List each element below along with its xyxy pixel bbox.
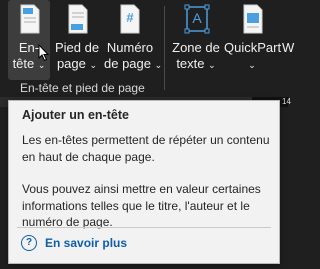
partial-next-button-label[interactable]: W [282,40,294,55]
ribbon: En- tête ⌄ Pied de page ⌄ # Numéro de pa… [0,0,294,97]
tooltip-paragraph: Les en-têtes permettent de répéter un co… [22,133,270,164]
tooltip: Ajouter un en-tête Les en-têtes permette… [8,100,280,264]
chevron-down-icon: ⌄ [208,60,216,70]
chevron-down-icon: ⌄ [154,60,163,70]
footer-label-2: page [56,56,86,71]
help-icon: ? [21,235,37,251]
page-number-icon: # [118,4,142,38]
quickpart-button[interactable]: QuickPart ⌄ [224,0,282,80]
quickpart-label: QuickPart [224,40,282,55]
letter-a-glyph: A [192,10,202,26]
footer-button[interactable]: Pied de page ⌄ [54,0,100,80]
tooltip-paragraph: Vous pouvez ainsi mettre en valeur certa… [22,182,261,229]
tooltip-title: Ajouter un en-tête [22,108,129,122]
learn-more-link[interactable]: ? En savoir plus [21,235,127,251]
learn-more-label: En savoir plus [45,236,128,250]
text-box-label-1: Zone de [172,40,220,55]
header-label-2: tête [12,56,35,71]
text-box-label-2: texte [176,56,205,71]
mouse-cursor-icon [38,44,50,62]
quickpart-icon [240,4,266,38]
header-icon [18,4,42,38]
chevron-down-icon: ⌄ [89,60,98,70]
page-number-label-2: de page [104,56,151,71]
footer-label-1: Pied de [54,40,100,55]
page-number-button[interactable]: # Numéro de page ⌄ [104,0,162,80]
text-box-icon: A [184,4,210,38]
group-label-header-footer: En-tête et pied de page [20,81,145,95]
header-button[interactable]: En- tête ⌄ [8,0,50,80]
ruler-mark: 14 [282,97,291,106]
page-number-label-1: Numéro [106,40,154,55]
text-box-button[interactable]: A Zone de texte ⌄ [170,0,222,80]
footer-icon [66,4,90,38]
tooltip-divider [17,227,271,228]
tooltip-body: Les en-têtes permettent de répéter un co… [22,132,272,247]
hash-glyph: # [126,10,134,25]
chevron-down-icon: ⌄ [248,60,256,70]
group-separator [164,6,165,90]
